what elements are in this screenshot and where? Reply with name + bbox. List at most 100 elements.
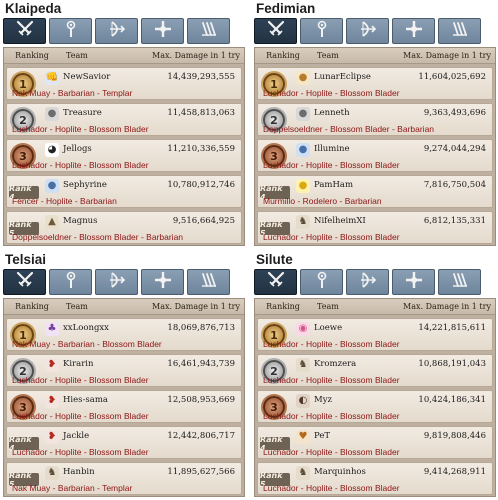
- class-tab-scripture[interactable]: [187, 269, 230, 295]
- swords-icon: [266, 19, 286, 43]
- ranking-board: Ranking Team Max. Damage in 1 try 1 ◉ Lo…: [254, 298, 496, 497]
- ranking-row[interactable]: Rank 4 ❥ Jackle 12,442,806,717 Luchador …: [6, 426, 242, 459]
- team-name: Jellogs: [63, 144, 92, 154]
- class-tab-scripture[interactable]: [187, 18, 230, 44]
- ranking-row[interactable]: 1 ♣ xxLoongxx 18,069,876,713 Nak Muay - …: [6, 318, 242, 351]
- ranking-row[interactable]: Rank 4 ● Sephyrine 10,780,912,746 Fencer…: [6, 175, 242, 208]
- ranking-row[interactable]: Rank 4 ● PamHam 7,816,750,504 Murmillo -…: [257, 175, 493, 208]
- ranking-row[interactable]: 1 👊 NewSavior 14,439,293,555 Nak Muay - …: [6, 67, 242, 100]
- ranking-row[interactable]: Rank 5 ♞ NifelheimXI 6,812,135,331 Lucha…: [257, 211, 493, 244]
- class-tab-swords[interactable]: [254, 269, 297, 295]
- class-tab-scripture[interactable]: [438, 18, 481, 44]
- ranking-header: Ranking Team Max. Damage in 1 try: [4, 48, 244, 64]
- max-damage: 10,424,186,341: [418, 395, 486, 405]
- ranking-row[interactable]: 3 ◕ Jellogs 11,210,336,559 Luchador - Ho…: [6, 139, 242, 172]
- header-team: Team: [317, 51, 339, 60]
- class-tab-cross[interactable]: [392, 269, 435, 295]
- ranking-row[interactable]: 1 ◉ Loewe 14,221,815,611 Luchador - Hopl…: [257, 318, 493, 351]
- team-classes: Luchador - Hoplite - Blossom Blader: [12, 447, 149, 457]
- max-damage: 9,363,493,696: [423, 108, 486, 118]
- team-classes: Doppelsoeldner - Blossom Blader - Barbar…: [263, 124, 435, 134]
- max-damage: 14,439,293,555: [167, 72, 235, 82]
- ranking-row[interactable]: 1 ● LunarEclipse 11,604,025,692 Luchador…: [257, 67, 493, 100]
- team-name: NewSavior: [63, 72, 111, 82]
- coin-icon: ●: [45, 107, 59, 121]
- scripture-icon: [450, 19, 470, 43]
- team-classes: Luchador - Hoplite - Blossom Blader: [263, 232, 400, 242]
- team-classes: Nak Muay - Barbarian - Blossom Blader: [12, 339, 162, 349]
- class-tab-swords[interactable]: [3, 269, 46, 295]
- class-tab-cross[interactable]: [392, 18, 435, 44]
- sunglasses-icon: ◕: [45, 143, 59, 157]
- max-damage: 12,442,806,717: [167, 431, 235, 441]
- class-tab-scripture[interactable]: [438, 269, 481, 295]
- class-tab-swords[interactable]: [3, 18, 46, 44]
- max-damage: 11,458,813,063: [167, 108, 235, 118]
- team-classes: Luchador - Hoplite - Blossom Blader: [263, 339, 400, 349]
- bow-icon: [107, 19, 127, 43]
- class-tab-cross[interactable]: [141, 18, 184, 44]
- ranking-row[interactable]: Rank 5 ♞ Marquinhos 9,414,268,911 Luchad…: [257, 462, 493, 495]
- class-tab-bow[interactable]: [95, 18, 138, 44]
- class-tab-staff[interactable]: [300, 269, 343, 295]
- ranking-row[interactable]: 2 ❥ Kirarin 16,461,943,739 Luchador - Ho…: [6, 354, 242, 387]
- header-ranking: Ranking: [15, 302, 49, 311]
- max-damage: 7,816,750,504: [423, 180, 486, 190]
- team-name: PamHam: [314, 180, 354, 190]
- portrait-icon: ◐: [296, 394, 310, 408]
- staff-icon: [312, 270, 332, 294]
- max-damage: 9,274,044,294: [423, 144, 486, 154]
- class-tab-bow[interactable]: [346, 18, 389, 44]
- class-tab-bow[interactable]: [346, 269, 389, 295]
- knight-icon: ♞: [45, 466, 59, 480]
- bird-icon: ▲: [45, 215, 59, 229]
- team-name: Myz: [314, 395, 332, 405]
- class-tab-staff[interactable]: [300, 18, 343, 44]
- class-tab-staff[interactable]: [49, 18, 92, 44]
- knight-icon: ♞: [296, 358, 310, 372]
- team-classes: Luchador - Hoplite - Blossom Blader: [12, 411, 149, 421]
- staff-icon: [61, 19, 81, 43]
- class-tab-bow[interactable]: [95, 269, 138, 295]
- ranking-row[interactable]: 3 ◐ Myz 10,424,186,341 Luchador - Hoplit…: [257, 390, 493, 423]
- team-classes: Luchador - Hoplite - Blossom Blader: [12, 124, 149, 134]
- ranking-row[interactable]: 2 ♞ Kromzera 10,868,191,043 Luchador - H…: [257, 354, 493, 387]
- swords-icon: [15, 270, 35, 294]
- max-damage: 11,895,627,566: [167, 467, 235, 477]
- bow-icon: [358, 270, 378, 294]
- server-panel: Klaipeda Ranking Team Max. Damage in 1 t…: [3, 1, 245, 246]
- team-name: Hanbin: [63, 467, 95, 477]
- team-name: Jackle: [63, 431, 90, 441]
- team-name: Lenneth: [314, 108, 350, 118]
- scripture-icon: [199, 19, 219, 43]
- server-panel: Telsiai Ranking Team Max. Damage in 1 tr…: [3, 252, 245, 497]
- ranking-row[interactable]: 3 ● Illumine 9,274,044,294 Luchador - Ho…: [257, 139, 493, 172]
- ranking-row[interactable]: 2 ● Treasure 11,458,813,063 Luchador - H…: [6, 103, 242, 136]
- pink-pig-icon: ◉: [296, 322, 310, 336]
- class-tab-swords[interactable]: [254, 18, 297, 44]
- ranking-row[interactable]: Rank 4 ♥ PeT 9,819,808,446 Luchador - Ho…: [257, 426, 493, 459]
- header-team: Team: [317, 302, 339, 311]
- bow-icon: [358, 19, 378, 43]
- ranking-row[interactable]: Rank 5 ▲ Magnus 9,516,664,925 Doppelsoel…: [6, 211, 242, 244]
- team-name: NifelheimXI: [314, 216, 366, 226]
- cross-icon: [153, 19, 173, 43]
- team-name: Sephyrine: [63, 180, 107, 190]
- ranking-row[interactable]: 2 ● Lenneth 9,363,493,696 Doppelsoeldner…: [257, 103, 493, 136]
- fighter-icon: 👊: [45, 71, 59, 85]
- red-bird-icon: ❥: [45, 358, 59, 372]
- team-classes: Luchador - Hoplite - Blossom Blader: [263, 483, 400, 493]
- team-classes: Luchador - Hoplite - Blossom Blader: [263, 88, 400, 98]
- class-tab-staff[interactable]: [49, 269, 92, 295]
- ranking-row[interactable]: Rank 5 ♞ Hanbin 11,895,627,566 Nak Muay …: [6, 462, 242, 495]
- max-damage: 9,819,808,446: [423, 431, 486, 441]
- ranking-header: Ranking Team Max. Damage in 1 try: [255, 48, 495, 64]
- chick-icon: ●: [296, 179, 310, 193]
- ranking-row[interactable]: 3 ❥ Hies-sama 12,508,953,669 Luchador - …: [6, 390, 242, 423]
- server-panel: Silute Ranking Team Max. Damage in 1 try…: [254, 252, 496, 497]
- class-tab-cross[interactable]: [141, 269, 184, 295]
- server-panel: Fedimian Ranking Team Max. Damage in 1 t…: [254, 1, 496, 246]
- scripture-icon: [450, 270, 470, 294]
- team-name: Marquinhos: [314, 467, 366, 477]
- team-classes: Nak Muay - Barbarian - Templar: [12, 483, 133, 493]
